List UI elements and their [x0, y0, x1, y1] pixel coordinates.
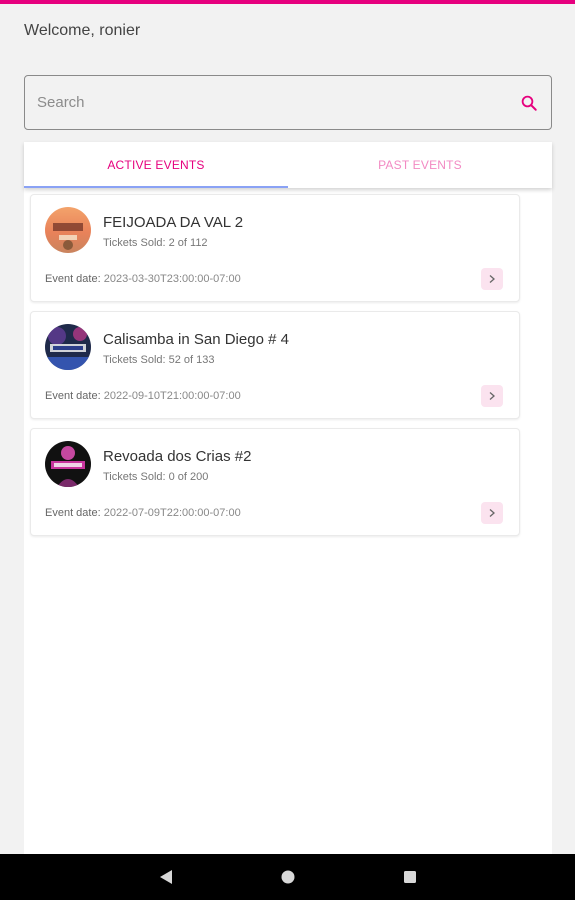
event-date-value: 2022-09-10T21:00:00-07:00: [103, 390, 241, 402]
event-card[interactable]: FEIJOADA DA VAL 2 Tickets Sold: 2 of 112…: [30, 194, 520, 302]
event-card[interactable]: Revoada dos Crias #2 Tickets Sold: 0 of …: [30, 428, 520, 536]
event-avatar: [45, 324, 91, 370]
event-tickets-sold: Tickets Sold: 0 of 200: [103, 471, 209, 483]
event-date: Event date: 2023-03-30T23:00:00-07:00: [45, 273, 241, 285]
event-date: Event date: 2022-09-10T21:00:00-07:00: [45, 390, 241, 402]
event-date-label: Event date:: [45, 273, 101, 285]
event-avatar: [45, 207, 91, 253]
home-icon[interactable]: [227, 854, 349, 900]
chevron-right-icon[interactable]: [481, 502, 503, 524]
event-tickets-sold: Tickets Sold: 2 of 112: [103, 237, 208, 249]
back-icon[interactable]: [105, 854, 227, 900]
tab-active-events[interactable]: ACTIVE EVENTS: [24, 142, 288, 188]
tab-bar: ACTIVE EVENTS PAST EVENTS: [24, 142, 552, 188]
search-icon[interactable]: [507, 75, 551, 130]
event-tickets-sold: Tickets Sold: 52 of 133: [103, 354, 215, 366]
event-date-label: Event date:: [45, 507, 101, 519]
event-date-value: 2022-07-09T22:00:00-07:00: [103, 507, 241, 519]
tab-past-events[interactable]: PAST EVENTS: [288, 142, 552, 188]
top-accent-bar: [0, 0, 575, 4]
event-title: Calisamba in San Diego # 4: [103, 331, 289, 348]
search-input[interactable]: [25, 76, 507, 129]
chevron-right-icon[interactable]: [481, 268, 503, 290]
event-title: FEIJOADA DA VAL 2: [103, 214, 244, 231]
system-nav-bar: [0, 854, 575, 900]
welcome-text: Welcome, ronier: [24, 22, 141, 39]
event-date: Event date: 2022-07-09T22:00:00-07:00: [45, 507, 241, 519]
event-list: FEIJOADA DA VAL 2 Tickets Sold: 2 of 112…: [24, 188, 552, 536]
event-avatar: [45, 441, 91, 487]
chevron-right-icon[interactable]: [481, 385, 503, 407]
search-box[interactable]: [24, 75, 552, 130]
tab-indicator: [24, 186, 288, 188]
event-card[interactable]: Calisamba in San Diego # 4 Tickets Sold:…: [30, 311, 520, 419]
recents-icon[interactable]: [349, 854, 471, 900]
event-date-value: 2023-03-30T23:00:00-07:00: [103, 273, 241, 285]
event-date-label: Event date:: [45, 390, 101, 402]
event-title: Revoada dos Crias #2: [103, 448, 252, 465]
events-panel: ACTIVE EVENTS PAST EVENTS FEIJOADA DA VA…: [24, 142, 552, 854]
